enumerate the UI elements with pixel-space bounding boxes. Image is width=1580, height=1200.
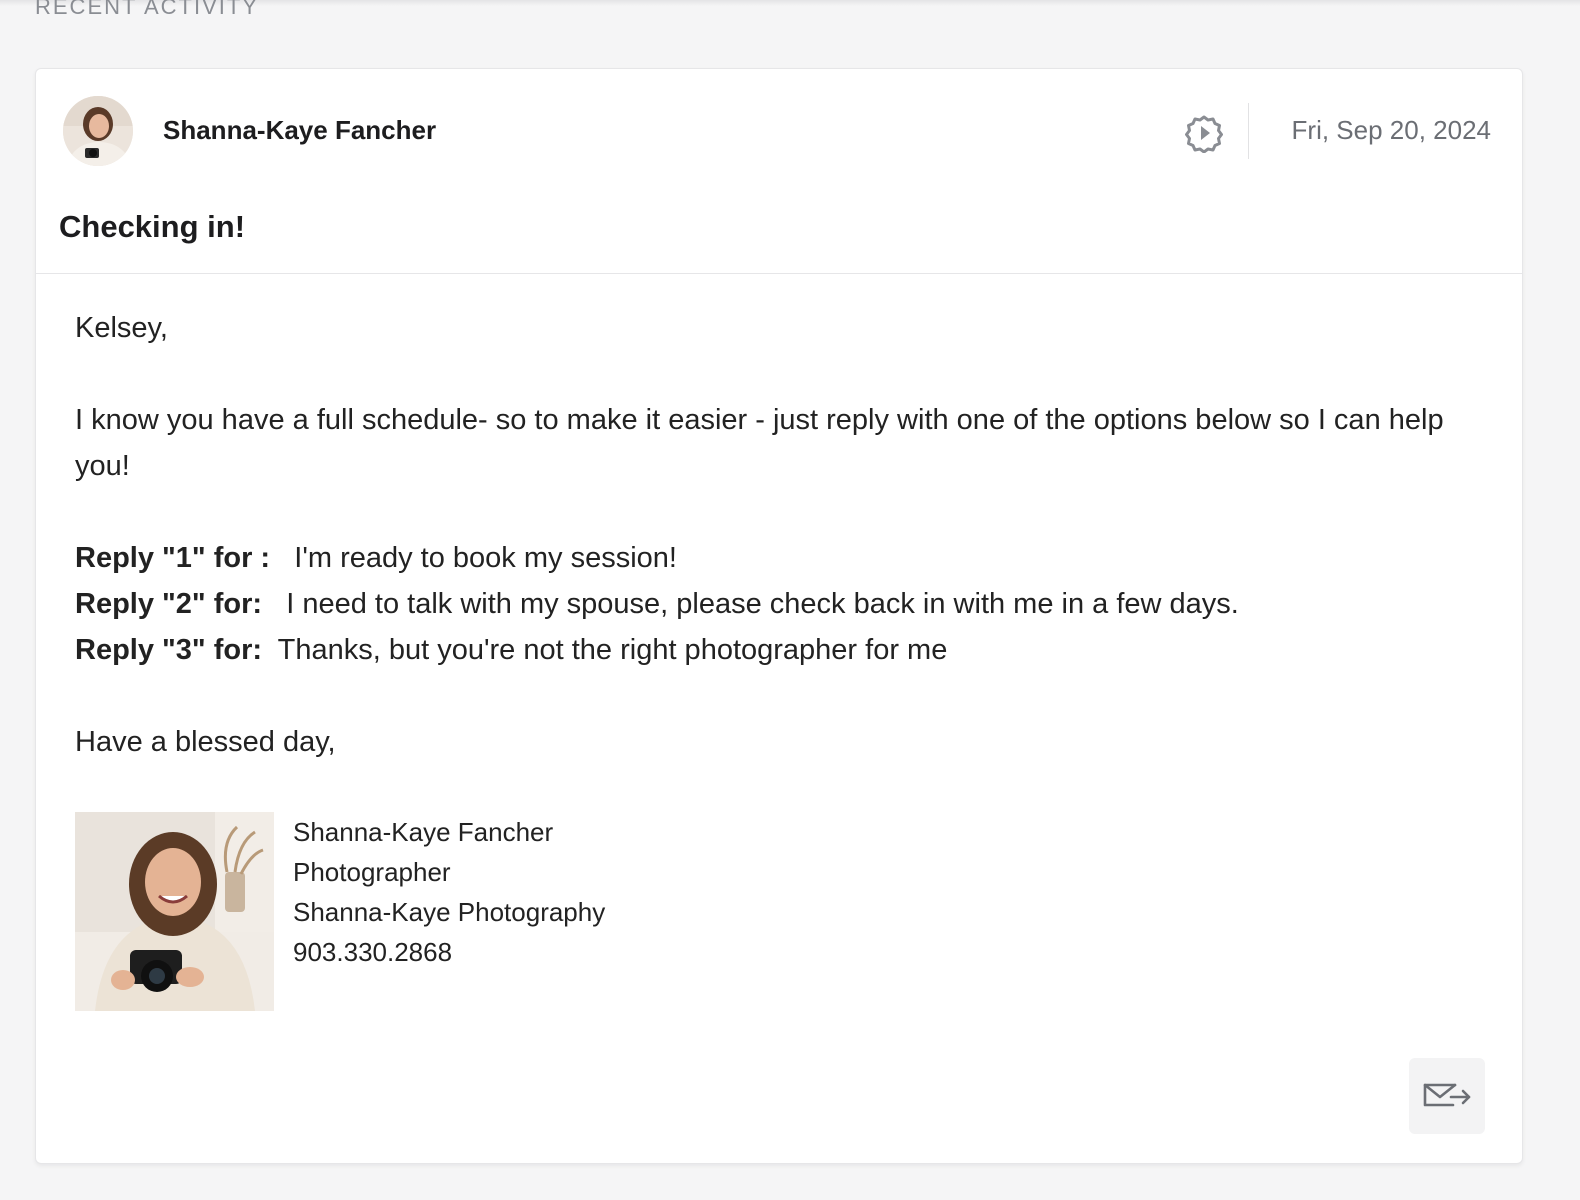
closing: Have a blessed day, <box>75 726 336 758</box>
header-divider <box>1248 103 1249 159</box>
message-subject: Checking in! <box>59 209 246 244</box>
reply-option-label: Reply "2" for: <box>75 588 263 620</box>
reply-option-label: Reply "3" for: <box>75 634 263 666</box>
reply-option-text: Thanks, but you're not the right photogr… <box>277 634 948 666</box>
forward-email-button[interactable] <box>1409 1058 1485 1134</box>
signature-company: Shanna-Kaye Photography <box>293 897 606 927</box>
signature-title: Photographer <box>293 857 451 887</box>
reply-option-2: Reply "2" for: I need to talk with my sp… <box>75 581 1475 627</box>
message-date: Fri, Sep 20, 2024 <box>1291 115 1491 145</box>
reply-option-label: Reply "1" for : <box>75 542 271 574</box>
reply-option-1: Reply "1" for : I'm ready to book my ses… <box>75 535 1475 581</box>
sender-name[interactable]: Shanna-Kaye Fancher <box>163 115 436 146</box>
intro-text: I know you have a full schedule- so to m… <box>75 404 1444 482</box>
signature-text: Shanna-Kaye Fancher Photographer Shanna-… <box>293 812 793 972</box>
gear-icon-graphic <box>1185 115 1223 154</box>
message-body: Kelsey, I know you have a full schedule-… <box>75 305 1475 765</box>
section-label: RECENT ACTIVITY <box>35 0 259 19</box>
gear-icon[interactable] <box>1184 113 1224 154</box>
sender-avatar <box>63 96 133 166</box>
reply-option-3: Reply "3" for: Thanks, but you're not th… <box>75 627 1475 673</box>
avatar-photo <box>63 96 133 166</box>
signature-phone[interactable]: 903.330.2868 <box>293 932 793 972</box>
signature-name: Shanna-Kaye Fancher <box>293 817 554 847</box>
mail-forward-icon <box>1423 1083 1471 1107</box>
signature-photo <box>75 812 274 1011</box>
reply-option-text: I need to talk with my spouse, please ch… <box>286 588 1239 620</box>
activity-card: Shanna-Kaye Fancher Fri, Sep 20, 2024 Ch… <box>35 68 1523 1164</box>
greeting: Kelsey, <box>75 312 168 344</box>
signature-photo-graphic <box>75 812 274 1011</box>
message-header: Shanna-Kaye Fancher Fri, Sep 20, 2024 Ch… <box>36 69 1522 274</box>
reply-option-text: I'm ready to book my session! <box>294 542 677 574</box>
